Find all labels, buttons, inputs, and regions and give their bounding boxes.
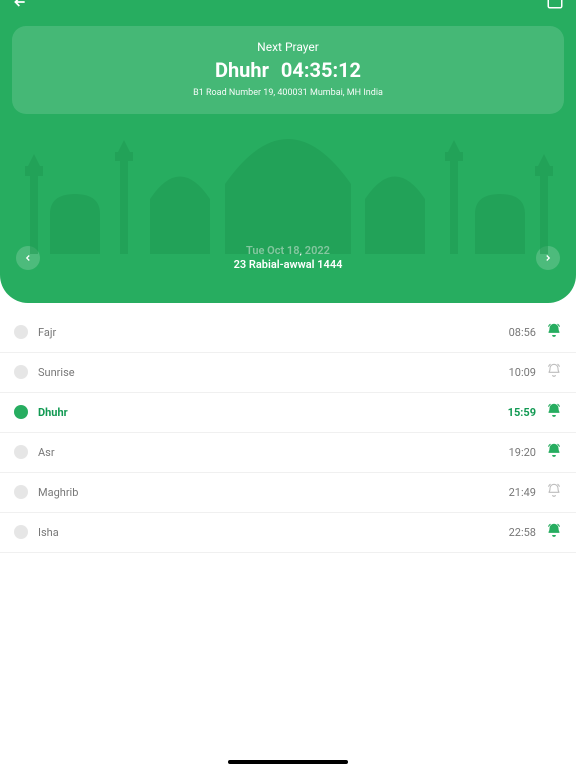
prayer-status-dot <box>14 485 28 499</box>
next-prayer-countdown: 04:35:12 <box>281 58 361 82</box>
prayer-status-dot <box>14 405 28 419</box>
prayer-name: Isha <box>38 526 509 539</box>
prayer-row-maghrib[interactable]: Maghrib21:49 <box>0 473 576 513</box>
prayer-status-dot <box>14 445 28 459</box>
prayer-name: Fajr <box>38 326 509 339</box>
mosque-silhouette <box>0 114 576 254</box>
prayer-name: Sunrise <box>38 366 509 379</box>
prayer-name: Dhuhr <box>38 406 508 419</box>
next-prayer-label: Next Prayer <box>22 40 554 54</box>
prayer-time: 22:58 <box>509 526 536 539</box>
prayer-row-sunrise[interactable]: Sunrise10:09 <box>0 353 576 393</box>
prayer-status-dot <box>14 365 28 379</box>
prayer-row-isha[interactable]: Isha22:58 <box>0 513 576 553</box>
prayer-time: 21:49 <box>509 486 536 499</box>
prayer-time: 19:20 <box>509 446 536 459</box>
prayer-time: 15:59 <box>508 406 536 419</box>
prayer-name: Maghrib <box>38 486 509 499</box>
next-prayer-name: Dhuhr <box>215 58 269 82</box>
bell-on-icon[interactable] <box>546 443 562 462</box>
prayer-row-fajr[interactable]: Fajr08:56 <box>0 313 576 353</box>
prayer-row-dhuhr[interactable]: Dhuhr15:59 <box>0 393 576 433</box>
location-text: B1 Road Number 19, 400031 Mumbai, MH Ind… <box>22 88 554 98</box>
prayer-status-dot <box>14 325 28 339</box>
prayer-list: Fajr08:56Sunrise10:09Dhuhr15:59Asr19:20M… <box>0 313 576 553</box>
header-panel: Next Prayer Dhuhr 04:35:12 B1 Road Numbe… <box>0 0 576 303</box>
back-button[interactable] <box>12 0 28 14</box>
calendar-button[interactable] <box>546 0 564 14</box>
bell-on-icon[interactable] <box>546 323 562 342</box>
bell-on-icon[interactable] <box>546 403 562 422</box>
bell-off-icon[interactable] <box>546 483 562 502</box>
bell-off-icon[interactable] <box>546 363 562 382</box>
next-prayer-card: Next Prayer Dhuhr 04:35:12 B1 Road Numbe… <box>12 26 564 114</box>
prayer-name: Asr <box>38 446 509 459</box>
prayer-row-asr[interactable]: Asr19:20 <box>0 433 576 473</box>
prayer-time: 10:09 <box>509 366 536 379</box>
bell-on-icon[interactable] <box>546 523 562 542</box>
prayer-status-dot <box>14 525 28 539</box>
prayer-time: 08:56 <box>509 326 536 339</box>
hijri-date: 23 Rabial-awwal 1444 <box>234 258 343 272</box>
home-indicator <box>228 760 348 764</box>
